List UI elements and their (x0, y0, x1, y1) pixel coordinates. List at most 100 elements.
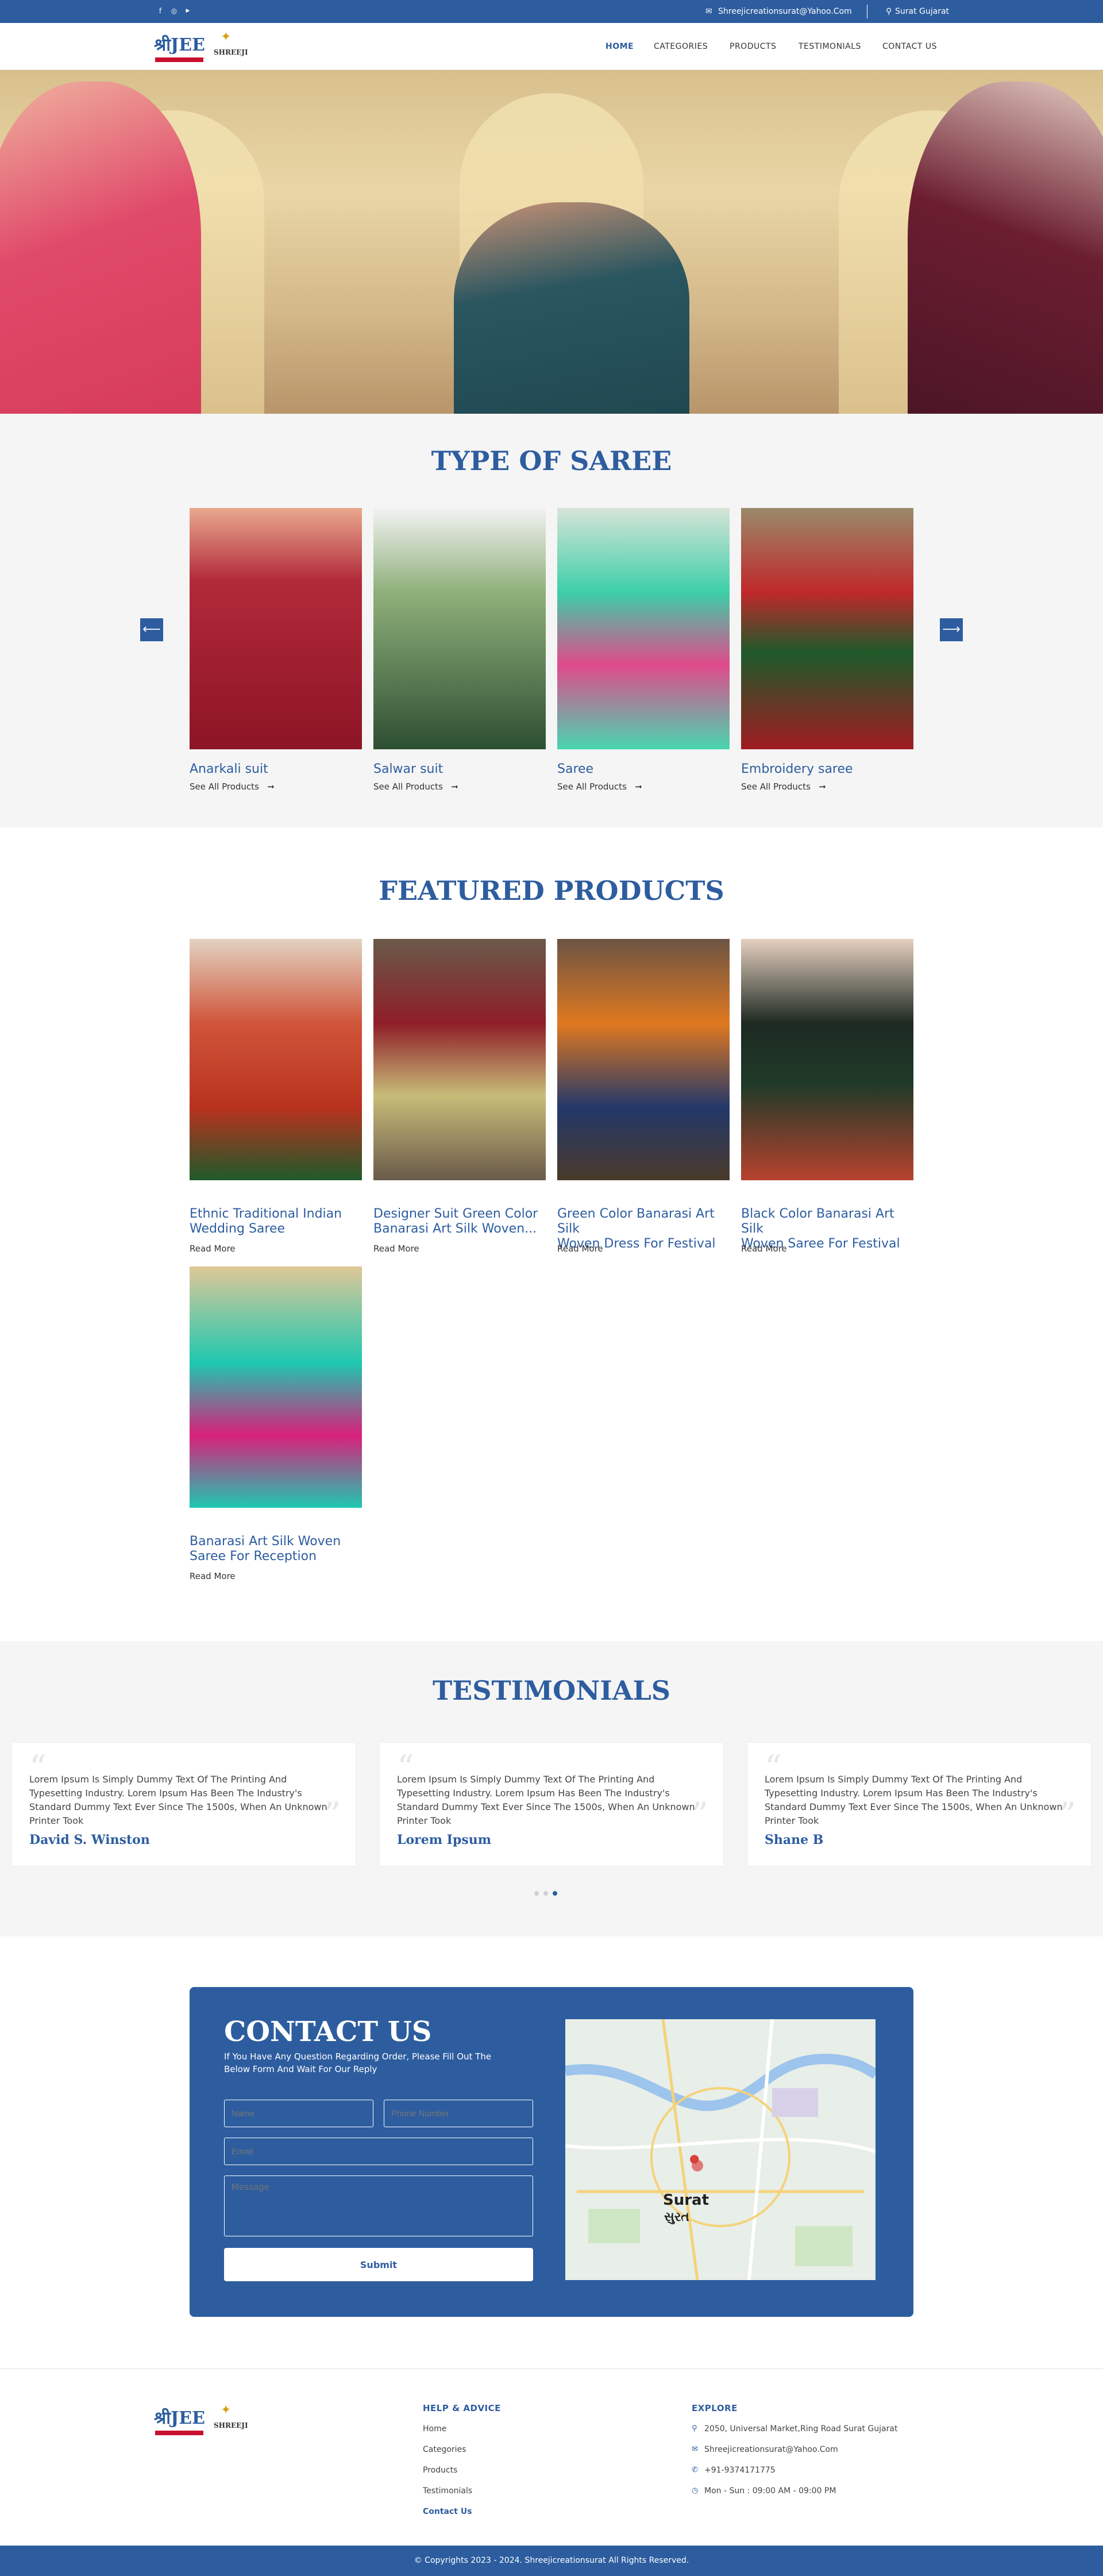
facebook-icon[interactable]: f (156, 7, 164, 15)
instagram-icon[interactable]: ◎ (170, 7, 178, 15)
envelope-icon: ✉ (692, 2445, 698, 2454)
nav-testimonials[interactable]: TESTIMONIALS (799, 41, 861, 52)
product-image[interactable] (190, 939, 362, 1180)
product-title[interactable]: Designer Suit Green Color Banarasi Art Si… (373, 1207, 546, 1237)
featured-products-title: FEATURED PRODUCTS (379, 875, 724, 906)
footer-link-home[interactable]: Home (423, 2424, 446, 2434)
nav-contact-us[interactable]: CONTACT US (882, 41, 937, 52)
map-city-label-gujarati: સુરત (664, 2210, 689, 2224)
top-bar: f ◎ ▶ ✉ Shreejicreationsurat@Yahoo.Com ⚲… (0, 0, 1103, 23)
testimonial-text: Lorem Ipsum Is Simply Dummy Text Of The … (765, 1774, 1063, 1826)
topbar-email[interactable]: Shreejicreationsurat@Yahoo.Com (718, 6, 852, 17)
email-field[interactable] (224, 2138, 533, 2165)
map-drawing (565, 2019, 876, 2280)
pagination-dot-active[interactable] (553, 1891, 557, 1896)
carousel-prev-button[interactable]: ⟵ (140, 618, 163, 641)
saree-type-image[interactable] (557, 508, 730, 749)
product-title-line: Banarasi Art Silk Woven... (373, 1222, 537, 1236)
pagination-dot[interactable] (534, 1891, 539, 1896)
name-field[interactable] (224, 2100, 373, 2127)
product-title[interactable]: Banarasi Art Silk Woven Saree For Recepti… (190, 1534, 362, 1564)
map-pin-icon: ● (689, 2151, 700, 2165)
see-all-products-link[interactable]: See All Products ➞ (190, 781, 275, 792)
product-image[interactable] (557, 939, 730, 1180)
testimonial-pagination (534, 1890, 569, 1897)
product-image[interactable] (741, 939, 913, 1180)
product-title-line: Black Color Banarasi Art Silk (741, 1207, 894, 1236)
help-advice-heading: HELP & ADVICE (423, 2403, 501, 2413)
footer-logo[interactable]: श्रीJEE ✦ SHREEJI (154, 2401, 256, 2441)
saree-type-name[interactable]: Embroidery saree (741, 762, 853, 777)
pagination-dot[interactable] (543, 1891, 548, 1896)
see-all-label: See All Products (190, 781, 259, 792)
logo-underline (155, 2431, 203, 2435)
read-more-link[interactable]: Read More (190, 1243, 236, 1254)
nav-categories[interactable]: CATEGORIES (654, 41, 708, 52)
contact-subtitle-line: If You Have Any Question Regarding Order… (224, 2051, 492, 2062)
testimonial-card: “ ” Lorem Ipsum Is Simply Dummy Text Of … (11, 1742, 356, 1866)
product-image[interactable] (373, 939, 546, 1180)
testimonial-text: Lorem Ipsum Is Simply Dummy Text Of The … (397, 1774, 695, 1826)
arrow-right-icon: ➞ (629, 781, 642, 792)
product-image[interactable] (190, 1266, 362, 1508)
location-pin-icon: ⚲ (692, 2424, 697, 2433)
product-title-line: Designer Suit Green Color (373, 1207, 538, 1221)
submit-button[interactable]: Submit (224, 2248, 533, 2281)
product-title-line: Banarasi Art Silk Woven (190, 1534, 341, 1549)
saree-types-title: TYPE OF SAREE (431, 445, 672, 476)
testimonial-card: “ ” Lorem Ipsum Is Simply Dummy Text Of … (379, 1742, 724, 1866)
saree-type-name[interactable]: Salwar suit (373, 762, 443, 777)
read-more-link[interactable]: Read More (741, 1243, 787, 1254)
see-all-label: See All Products (741, 781, 811, 792)
testimonial-author: Shane B (765, 1832, 824, 1847)
phone-field[interactable] (384, 2100, 533, 2127)
hero-model-center (454, 202, 689, 414)
carousel-next-button[interactable]: ⟶ (940, 618, 963, 641)
read-more-link[interactable]: Read More (373, 1243, 419, 1254)
hero-banner (0, 70, 1103, 414)
contact-title: CONTACT US (224, 2016, 432, 2048)
footer-link-products[interactable]: Products (423, 2465, 457, 2475)
hero-model-right (908, 82, 1103, 414)
arrow-right-icon: ➞ (445, 781, 458, 792)
testimonial-author: David S. Winston (29, 1832, 150, 1847)
footer-link-categories[interactable]: Categories (423, 2444, 466, 2455)
topbar-location: Surat Gujarat (895, 7, 950, 16)
footer-address: 2050, Universal Market,Ring Road Surat G… (704, 2424, 898, 2433)
nav-home[interactable]: HOME (606, 41, 634, 52)
contact-panel: CONTACT US If You Have Any Question Rega… (190, 1987, 913, 2317)
logo-sub: SHREEJI (214, 2421, 248, 2429)
footer-link-contact[interactable]: Contact Us (423, 2506, 472, 2517)
testimonial-card: “ ” Lorem Ipsum Is Simply Dummy Text Of … (747, 1742, 1092, 1866)
footer-link-testimonials[interactable]: Testimonials (423, 2486, 472, 2496)
phone-icon: ✆ (692, 2466, 698, 2474)
youtube-icon[interactable]: ▶ (184, 7, 192, 15)
message-field[interactable] (224, 2175, 533, 2236)
see-all-products-link[interactable]: See All Products ➞ (741, 781, 826, 792)
explore-heading: EXPLORE (692, 2403, 738, 2413)
location-map[interactable]: Surat સુરત ● (565, 2019, 876, 2280)
site-logo[interactable]: श्रीJEE ✦ SHREEJI (154, 28, 256, 66)
see-all-products-link[interactable]: See All Products ➞ (557, 781, 642, 792)
testimonials-title: TESTIMONIALS (432, 1675, 671, 1706)
footer-email[interactable]: Shreejicreationsurat@Yahoo.Com (704, 2444, 838, 2455)
saree-type-image[interactable] (741, 508, 913, 749)
footer-phone[interactable]: +91-9374171775 (704, 2465, 776, 2475)
copyright-text: © Copyrights 2023 - 2024. Shreejicreatio… (414, 2556, 689, 2565)
product-title-line: Ethnic Traditional Indian (190, 1207, 342, 1221)
logo-wordmark: श्रीJEE (154, 2408, 205, 2428)
saree-type-image[interactable] (190, 508, 362, 749)
read-more-link[interactable]: Read More (557, 1243, 603, 1254)
see-all-products-link[interactable]: See All Products ➞ (373, 781, 458, 792)
product-title-line: Saree For Reception (190, 1549, 317, 1564)
product-title[interactable]: Ethnic Traditional Indian Wedding Saree (190, 1207, 362, 1237)
product-title-line: Wedding Saree (190, 1222, 286, 1236)
product-title-line: Green Color Banarasi Art Silk (557, 1207, 715, 1236)
saree-type-name[interactable]: Saree (557, 762, 593, 777)
read-more-link[interactable]: Read More (190, 1571, 236, 1581)
copyright-bar: © Copyrights 2023 - 2024. Shreejicreatio… (0, 2546, 1103, 2576)
saree-type-image[interactable] (373, 508, 546, 749)
nav-products[interactable]: PRODUCTS (730, 41, 776, 52)
saree-type-name[interactable]: Anarkali suit (190, 762, 268, 777)
hero-model-left (0, 82, 201, 414)
